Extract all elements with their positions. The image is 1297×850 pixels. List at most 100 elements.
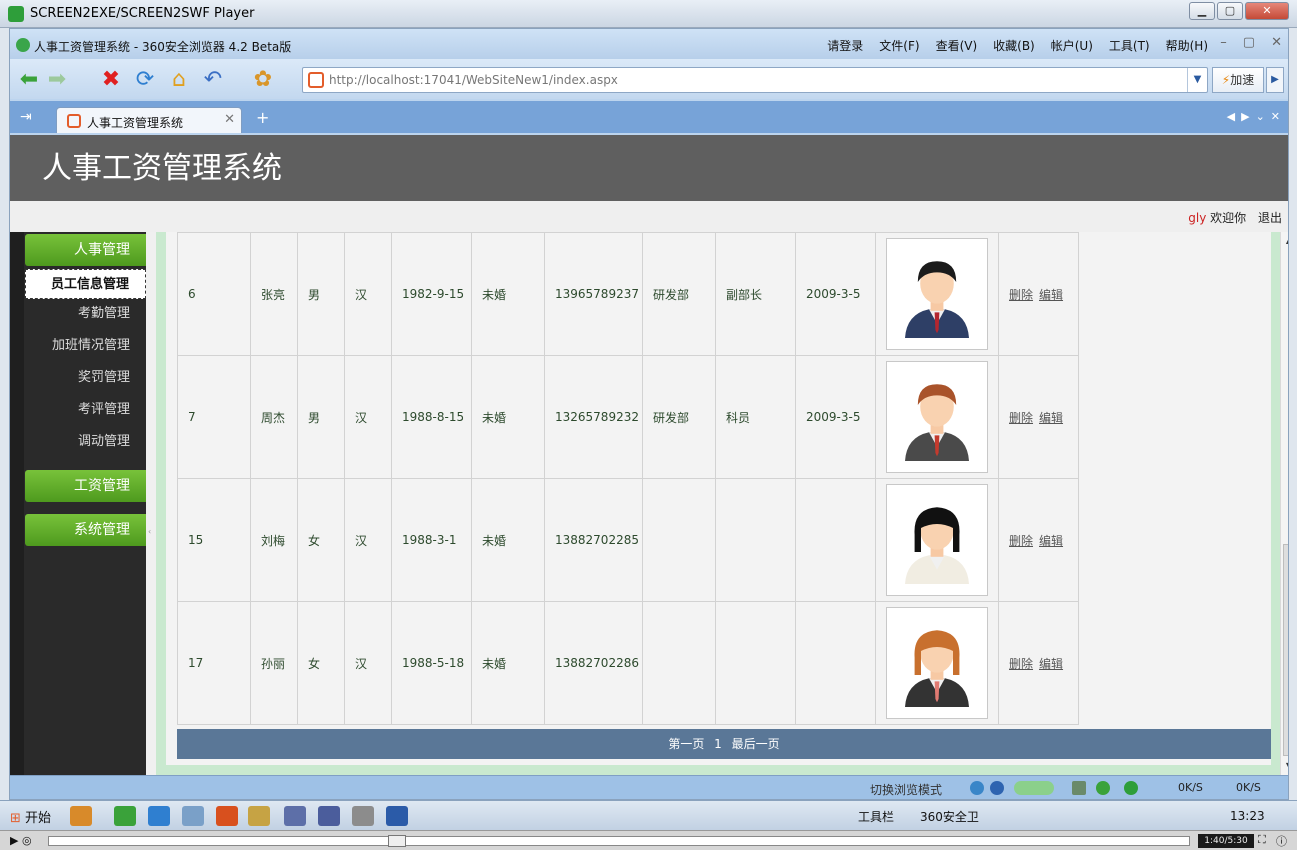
minimize-button[interactable]: ▁ bbox=[1189, 2, 1215, 20]
taskbar-link-icon[interactable] bbox=[318, 806, 340, 826]
menu-help[interactable]: 帮助(H) bbox=[1166, 37, 1208, 54]
toggle-icon[interactable] bbox=[1014, 781, 1054, 795]
cell-marital: 未婚 bbox=[471, 478, 545, 602]
tab-list-icon[interactable]: ⌄ bbox=[1256, 110, 1265, 123]
pager-first[interactable]: 第一页 bbox=[668, 737, 704, 751]
edit-link[interactable]: 编辑 bbox=[1039, 534, 1063, 548]
cell-photo bbox=[875, 232, 999, 356]
maximize-button[interactable]: ▢ bbox=[1217, 2, 1243, 20]
welcome-text: 欢迎你 bbox=[1210, 211, 1247, 225]
security-tray-label[interactable]: 360安全卫 bbox=[920, 808, 979, 825]
browser-minimize-icon[interactable]: – bbox=[1220, 35, 1227, 50]
play-icon[interactable]: ▶ ◎ bbox=[10, 834, 32, 847]
cell-photo bbox=[875, 355, 999, 479]
speed-arrow-icon[interactable]: ▶ bbox=[1266, 67, 1284, 93]
menu-header-salary[interactable]: 工资管理 bbox=[25, 470, 146, 502]
home-icon[interactable]: ⌂ bbox=[166, 67, 192, 93]
stop-icon[interactable]: ✖ bbox=[98, 67, 124, 93]
web-page: 人事工资管理系统 gly 欢迎你 退出 人事管理 员工信息管理 考勤管理 加班情… bbox=[10, 135, 1288, 775]
edit-link[interactable]: 编辑 bbox=[1039, 657, 1063, 671]
taskbar-ie-icon[interactable] bbox=[148, 806, 170, 826]
back-arrow-icon[interactable]: ⬅ bbox=[16, 67, 42, 93]
close-button[interactable]: ✕ bbox=[1245, 2, 1289, 20]
toolbar-label[interactable]: 工具栏 bbox=[858, 808, 894, 825]
site-header: 人事工资管理系统 bbox=[10, 135, 1288, 201]
menu-header-system[interactable]: 系统管理 bbox=[25, 514, 146, 546]
menu-account[interactable]: 帐户(U) bbox=[1051, 37, 1093, 54]
globe-icon[interactable] bbox=[990, 781, 1004, 795]
scroll-up-icon[interactable]: ▲ bbox=[1281, 234, 1288, 248]
delete-link[interactable]: 删除 bbox=[1009, 288, 1033, 302]
table-row: 15 刘梅女汉 1988-3-1 未婚 13882702285 删除 编辑 bbox=[177, 478, 1079, 602]
cell-actions: 删除 编辑 bbox=[998, 601, 1079, 725]
delete-link[interactable]: 删除 bbox=[1009, 411, 1033, 425]
delete-link[interactable]: 删除 bbox=[1009, 534, 1033, 548]
collapse-arrow-icon[interactable]: ‹ bbox=[148, 527, 151, 536]
browser-maximize-icon[interactable]: ▢ bbox=[1243, 35, 1255, 50]
menu-view[interactable]: 查看(V) bbox=[936, 37, 978, 54]
fullscreen-icon[interactable]: ⛶ bbox=[1258, 833, 1266, 847]
menu-login[interactable]: 请登录 bbox=[827, 37, 863, 54]
browser-title-bar: 人事工资管理系统 - 360安全浏览器 4.2 Beta版 请登录 文件(F) … bbox=[10, 29, 1288, 59]
sidebar-item-employee-info[interactable]: 员工信息管理 bbox=[25, 269, 146, 299]
taskbar-calc-icon[interactable] bbox=[284, 806, 306, 826]
browse-mode-toggle[interactable]: 切换浏览模式 bbox=[870, 781, 942, 798]
menu-file[interactable]: 文件(F) bbox=[879, 37, 919, 54]
edit-link[interactable]: 编辑 bbox=[1039, 411, 1063, 425]
menu-header-hr[interactable]: 人事管理 bbox=[25, 234, 146, 266]
taskbar-folder-icon[interactable] bbox=[248, 806, 270, 826]
cell-id: 7 bbox=[177, 355, 251, 479]
seek-thumb[interactable] bbox=[388, 835, 406, 847]
menu-tools[interactable]: 工具(T) bbox=[1109, 37, 1150, 54]
tab-main[interactable]: 人事工资管理系统 ✕ bbox=[56, 107, 242, 133]
cell-gender: 女 bbox=[297, 601, 345, 725]
cell-id: 6 bbox=[177, 232, 251, 356]
scroll-thumb[interactable] bbox=[1283, 544, 1288, 756]
sidebar-item-overtime[interactable]: 加班情况管理 bbox=[25, 331, 146, 361]
sidebar-item-attendance[interactable]: 考勤管理 bbox=[25, 299, 146, 329]
address-url[interactable]: http://localhost:17041/WebSiteNew1/index… bbox=[329, 73, 618, 87]
taskbar-clock[interactable]: 13:23 bbox=[1230, 809, 1265, 823]
scroll-down-icon[interactable]: ▼ bbox=[1281, 759, 1288, 773]
shield-icon[interactable] bbox=[1096, 781, 1110, 795]
screenshot-icon[interactable] bbox=[1072, 781, 1086, 795]
new-tab-icon[interactable]: + bbox=[256, 108, 269, 127]
sidebar-item-evaluation[interactable]: 考评管理 bbox=[25, 395, 146, 425]
browser-close-icon[interactable]: ✕ bbox=[1271, 35, 1282, 50]
paw-icon[interactable]: ✿ bbox=[250, 67, 276, 93]
delete-link[interactable]: 删除 bbox=[1009, 657, 1033, 671]
tab-close-icon[interactable]: ✕ bbox=[224, 112, 235, 127]
logout-link[interactable]: 退出 bbox=[1258, 211, 1282, 225]
taskbar-firefox-icon[interactable] bbox=[216, 806, 238, 826]
refresh-icon[interactable]: ⟳ bbox=[132, 67, 158, 93]
avatar-icon bbox=[905, 384, 969, 461]
start-button[interactable]: ⊞ 开始 bbox=[10, 807, 51, 826]
cell-dept: 研发部 bbox=[642, 355, 716, 479]
vertical-scrollbar[interactable]: ▲ ▼ bbox=[1280, 232, 1288, 775]
taskbar-word-icon[interactable] bbox=[386, 806, 408, 826]
speed-button[interactable]: ⚡加速 bbox=[1212, 67, 1264, 93]
cell-title: 副部长 bbox=[715, 232, 796, 356]
forward-arrow-icon[interactable]: ➡ bbox=[44, 67, 70, 93]
ie-mode-icon[interactable] bbox=[970, 781, 984, 795]
address-bar[interactable]: http://localhost:17041/WebSiteNew1/index… bbox=[302, 67, 1208, 93]
taskbar-app-icon[interactable] bbox=[70, 806, 92, 826]
undo-icon[interactable]: ↶ bbox=[200, 67, 226, 93]
edit-link[interactable]: 编辑 bbox=[1039, 288, 1063, 302]
seek-track[interactable] bbox=[48, 836, 1190, 846]
menu-favorites[interactable]: 收藏(B) bbox=[993, 37, 1035, 54]
sidebar-item-transfer[interactable]: 调动管理 bbox=[25, 427, 146, 457]
taskbar-360-browser-icon[interactable] bbox=[114, 806, 136, 826]
employee-photo bbox=[886, 361, 988, 473]
info-icon[interactable]: ⓘ bbox=[1276, 833, 1287, 849]
tab-close-all-icon[interactable]: ✕ bbox=[1271, 110, 1280, 123]
sidebar-toggle-icon[interactable]: ⇥ bbox=[20, 109, 32, 125]
download-icon[interactable] bbox=[1124, 781, 1138, 795]
address-dropdown-icon[interactable]: ▼ bbox=[1187, 68, 1207, 92]
pager-last[interactable]: 最后一页 bbox=[732, 737, 780, 751]
taskbar-tool-icon[interactable] bbox=[352, 806, 374, 826]
sidebar-item-rewards[interactable]: 奖罚管理 bbox=[25, 363, 146, 393]
tab-prev-icon[interactable]: ◀ bbox=[1227, 110, 1235, 123]
tab-next-icon[interactable]: ▶ bbox=[1241, 110, 1249, 123]
taskbar-explorer-icon[interactable] bbox=[182, 806, 204, 826]
